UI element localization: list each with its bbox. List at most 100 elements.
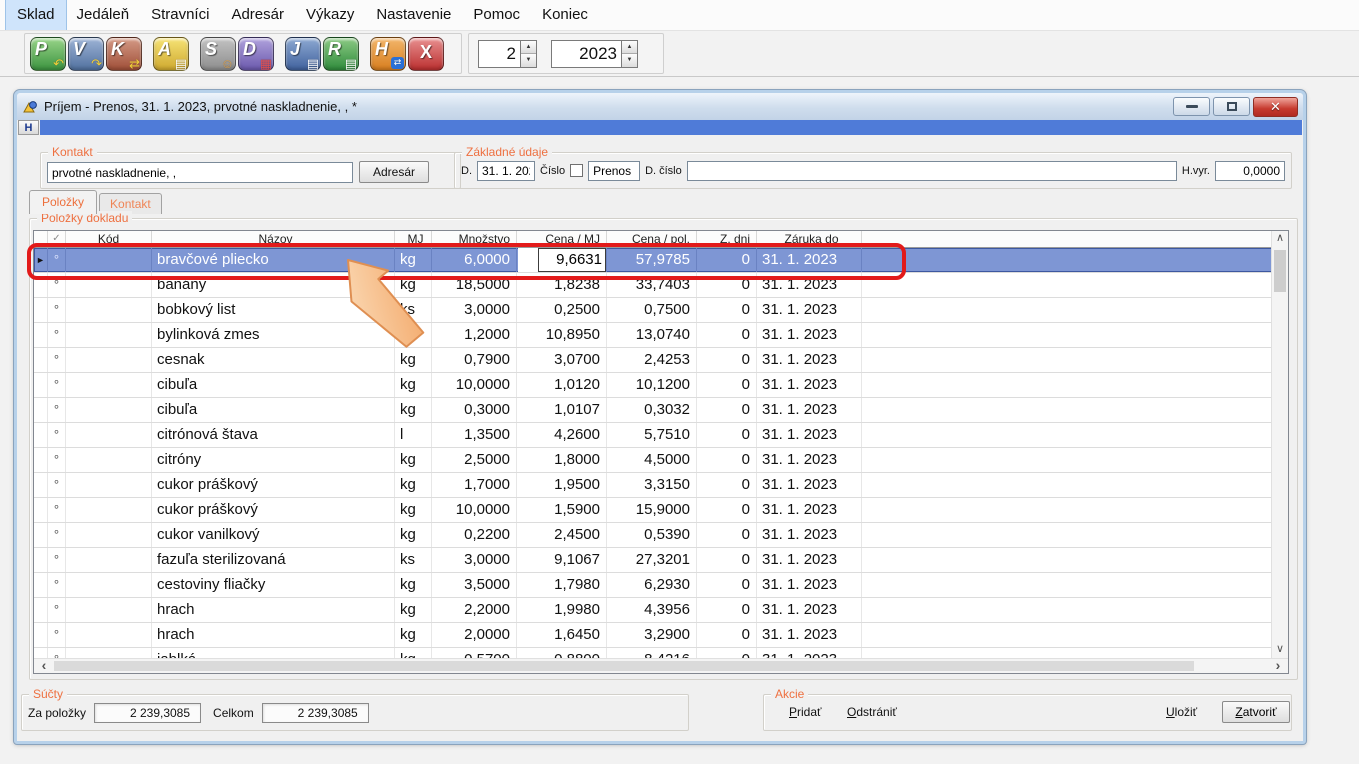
minimize-button[interactable]	[1173, 97, 1210, 116]
table-row[interactable]: °hrachkg2,20001,99804,3956031. 1. 2023	[34, 598, 1288, 623]
column-header-cena_pol[interactable]: Cena / pol.	[607, 231, 697, 247]
horizontal-scroll-thumb[interactable]	[54, 661, 1194, 671]
month-down-icon[interactable]: ▼	[521, 54, 536, 67]
table-row[interactable]: °fazuľa sterilizovanáks3,00009,106727,32…	[34, 548, 1288, 573]
menu-item-jedalen[interactable]: Jedáleň	[66, 0, 141, 30]
month-spinner[interactable]: 2 ▲ ▼	[478, 40, 537, 68]
column-header-nazov[interactable]: Názov	[152, 231, 395, 247]
cell-mnozstvo: 6,0000	[432, 248, 517, 272]
pridat-button[interactable]: Pridať	[789, 705, 822, 719]
cell-cena_mj: 9,1067	[517, 548, 607, 572]
column-header-cena_mj[interactable]: Cena / MJ	[517, 231, 607, 247]
menu-item-pomoc[interactable]: Pomoc	[462, 0, 531, 30]
cell-kod	[66, 273, 152, 297]
cena-mj-edit-value[interactable]: 9,6631	[538, 248, 606, 272]
table-row[interactable]: °cibuľakg0,30001,01070,3032031. 1. 2023	[34, 398, 1288, 423]
scroll-up-icon[interactable]: ∧	[1272, 231, 1288, 247]
table-row[interactable]: °jablkákg0,57000,88008,4216031. 1. 2023	[34, 648, 1288, 658]
table-row[interactable]: °cesnakkg0,79003,07002,4253031. 1. 2023	[34, 348, 1288, 373]
celkom-label: Celkom	[213, 706, 254, 720]
cena-mj-edit-field[interactable]: 9,6631	[518, 248, 606, 272]
scroll-right-icon[interactable]: ›	[1270, 659, 1286, 673]
column-header-z_dni[interactable]: Z. dni	[697, 231, 757, 247]
column-header-kod[interactable]: Kód	[66, 231, 152, 247]
month-value[interactable]: 2	[478, 40, 520, 68]
menu-item-vykazy[interactable]: Výkazy	[295, 0, 365, 30]
menu-item-sklad[interactable]: Sklad	[6, 0, 66, 30]
menu-item-koniec[interactable]: Koniec	[531, 0, 599, 30]
typ-field[interactable]	[588, 161, 640, 181]
h-vyr-field[interactable]	[1215, 161, 1285, 181]
cislo-label: Číslo	[540, 165, 565, 177]
year-up-icon[interactable]: ▲	[622, 41, 637, 55]
items-grid: ✓KódNázovMJMnožstvoCena / MJCena / pol.Z…	[33, 230, 1289, 674]
cell-z_dni: 0	[697, 323, 757, 347]
table-row[interactable]: °hrachkg2,00001,64503,2900031. 1. 2023	[34, 623, 1288, 648]
cell-chk: °	[48, 248, 66, 272]
ulozit-button[interactable]: Uložiť	[1166, 705, 1197, 719]
year-value[interactable]: 2023	[551, 40, 621, 68]
zatvorit-button[interactable]: Zatvoriť	[1222, 701, 1290, 723]
menu-item-adresar[interactable]: Adresár	[220, 0, 295, 30]
year-down-icon[interactable]: ▼	[622, 54, 637, 67]
sucty-legend: Súčty	[29, 687, 67, 701]
window-titlebar[interactable]: Príjem - Prenos, 31. 1. 2023, prvotné na…	[17, 93, 1303, 120]
cell-mj: kg	[395, 348, 432, 372]
toolbar-d-purple-calendar[interactable]: D▦	[238, 37, 274, 71]
table-row[interactable]: °cukor vanilkovýkg0,22002,45000,5390031.…	[34, 523, 1288, 548]
date-field[interactable]	[477, 161, 535, 181]
column-header-chk[interactable]: ✓	[48, 231, 66, 247]
maximize-button[interactable]	[1213, 97, 1250, 116]
table-row[interactable]: °cibuľakg10,00001,012010,1200031. 1. 202…	[34, 373, 1288, 398]
table-row[interactable]: °cestoviny fliačkykg3,50001,79806,293003…	[34, 573, 1288, 598]
toolbar-v-blue-arrow[interactable]: V↷	[68, 37, 104, 71]
vertical-scroll-thumb[interactable]	[1274, 250, 1286, 292]
scroll-down-icon[interactable]: ∨	[1272, 642, 1288, 658]
cell-zaruka: 31. 1. 2023	[757, 498, 862, 522]
column-header-mj[interactable]: MJ	[395, 231, 432, 247]
cell-nazov: cukor práškový	[152, 498, 395, 522]
close-button[interactable]: ✕	[1253, 97, 1298, 117]
odstranit-button[interactable]: Odstrániť	[847, 705, 897, 719]
toolbar-r-green-note[interactable]: R▤	[323, 37, 359, 71]
toolbar-p-green-arrow[interactable]: P↶	[30, 37, 66, 71]
table-row[interactable]: °cukor práškovýkg1,70001,95003,3150031. …	[34, 473, 1288, 498]
column-header-zaruka[interactable]: Záruka do	[757, 231, 862, 247]
year-spinner[interactable]: 2023 ▲ ▼	[551, 40, 638, 68]
menu-item-stravnici[interactable]: Stravníci	[140, 0, 220, 30]
table-row[interactable]: °citrónykg2,50001,80004,5000031. 1. 2023	[34, 448, 1288, 473]
kontakt-input[interactable]	[47, 162, 353, 183]
column-header-sel[interactable]	[34, 231, 48, 247]
close-icon: ✕	[1270, 99, 1281, 115]
month-up-icon[interactable]: ▲	[521, 41, 536, 55]
cell-kod	[66, 248, 152, 272]
table-row[interactable]: °banánykg18,50001,823833,7403031. 1. 202…	[34, 273, 1288, 298]
adresar-button[interactable]: Adresár	[359, 161, 429, 183]
table-row[interactable]: °bobkový listks3,00000,25000,7500031. 1.…	[34, 298, 1288, 323]
table-row[interactable]: °citrónová štaval1,35004,26005,7510031. …	[34, 423, 1288, 448]
toolbar-a-yellow-note[interactable]: A▤	[153, 37, 189, 71]
tab-polozky[interactable]: Položky	[29, 190, 97, 214]
horizontal-scrollbar[interactable]: ‹ ›	[34, 658, 1288, 673]
column-header-fill[interactable]	[862, 231, 1288, 247]
cell-kod	[66, 323, 152, 347]
table-row[interactable]: °bylinková zmeskg1,200010,895013,0740031…	[34, 323, 1288, 348]
cell-zaruka: 31. 1. 2023	[757, 373, 862, 397]
toolbar-x-red-close[interactable]: X	[408, 37, 444, 71]
table-row[interactable]: ►°bravčové plieckokg6,00009,663157,97850…	[34, 248, 1288, 273]
scroll-left-icon[interactable]: ‹	[36, 659, 52, 673]
cell-zaruka: 31. 1. 2023	[757, 248, 862, 272]
cell-sel	[34, 473, 48, 497]
column-header-mnozstvo[interactable]: Množstvo	[432, 231, 517, 247]
toolbar-j-blue-note[interactable]: J▤	[285, 37, 321, 71]
vertical-scrollbar[interactable]: ∧ ∨	[1271, 231, 1288, 658]
table-row[interactable]: °cukor práškovýkg10,00001,590015,9000031…	[34, 498, 1288, 523]
d-cislo-field[interactable]	[687, 161, 1177, 181]
cell-sel	[34, 273, 48, 297]
h-button[interactable]: H	[18, 120, 39, 135]
cislo-checkbox[interactable]	[570, 164, 583, 177]
toolbar-h-orange-teamviewer[interactable]: H⇄	[370, 37, 406, 71]
menu-item-nastavenie[interactable]: Nastavenie	[365, 0, 462, 30]
toolbar-s-gray-people[interactable]: S☺	[200, 37, 236, 71]
toolbar-k-brown-arrows[interactable]: K⇄	[106, 37, 142, 71]
